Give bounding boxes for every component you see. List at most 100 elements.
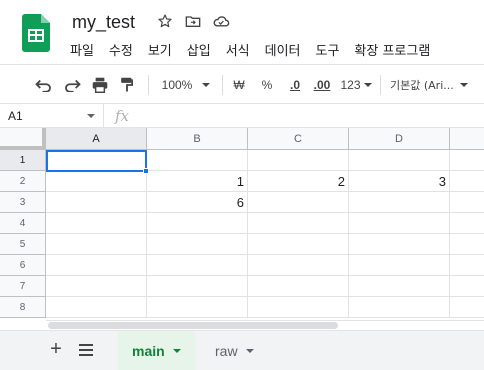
cell-b5[interactable] <box>147 234 248 255</box>
move-to-folder-icon[interactable] <box>184 12 202 30</box>
print-icon[interactable] <box>90 74 110 96</box>
sheet-tab-raw[interactable]: raw <box>201 331 268 370</box>
cell-a2[interactable] <box>46 171 147 192</box>
column-header-a[interactable]: A <box>46 128 147 150</box>
cell-d6[interactable] <box>349 255 450 276</box>
add-sheet-button[interactable]: + <box>46 339 66 360</box>
name-box[interactable]: A1 <box>0 104 104 128</box>
cell-c8[interactable] <box>248 297 349 318</box>
paint-format-icon[interactable] <box>117 74 137 96</box>
sheet-tab-label: raw <box>215 343 238 359</box>
sheets-logo-icon[interactable] <box>22 14 50 52</box>
menu-tools[interactable]: 도구 <box>316 40 340 59</box>
spreadsheet-grid: A B C D 1 2 3 4 5 6 7 8 1236 <box>0 128 484 322</box>
cloud-status-icon[interactable] <box>212 12 230 30</box>
menu-format[interactable]: 서식 <box>226 40 250 59</box>
row-header-4[interactable]: 4 <box>0 213 46 234</box>
percent-format-button[interactable]: % <box>258 74 276 96</box>
all-sheets-menu-icon[interactable] <box>79 343 93 357</box>
increase-decimal-button[interactable]: .00 <box>311 74 333 96</box>
row-header-8[interactable]: 8 <box>0 297 46 318</box>
fill-handle[interactable] <box>143 168 149 174</box>
cell-a3[interactable] <box>46 192 147 213</box>
row-header-1[interactable]: 1 <box>0 150 46 171</box>
row-header-3[interactable]: 3 <box>0 192 46 213</box>
cell-c3[interactable] <box>248 192 349 213</box>
menu-data[interactable]: 데이터 <box>265 40 301 59</box>
cell-b7[interactable] <box>147 276 248 297</box>
toolbar: 100% ₩ % .0 .00 123 기본값 (Ari... <box>0 64 484 104</box>
cell-d1[interactable] <box>349 150 450 171</box>
cell-d3[interactable] <box>349 192 450 213</box>
chevron-down-icon <box>459 83 468 87</box>
undo-icon[interactable] <box>34 74 54 96</box>
cell-e3[interactable] <box>450 192 484 213</box>
font-family-select[interactable]: 기본값 (Ari... <box>390 74 482 96</box>
fx-icon: fx <box>115 107 130 125</box>
cell-a5[interactable] <box>46 234 147 255</box>
cell-e2[interactable] <box>450 171 484 192</box>
chevron-down-icon <box>202 83 211 87</box>
select-all-corner[interactable] <box>0 128 46 150</box>
menu-extensions[interactable]: 확장 프로그램 <box>354 40 430 59</box>
cell-b2[interactable]: 1 <box>147 171 248 192</box>
menu-file[interactable]: 파일 <box>70 40 94 59</box>
column-header-b[interactable]: B <box>147 128 248 150</box>
sheet-tab-label: main <box>132 343 165 359</box>
cell-selection <box>46 150 149 174</box>
chevron-down-icon <box>87 114 95 118</box>
decrease-decimal-button[interactable]: .0 <box>284 74 306 96</box>
cell-e5[interactable] <box>450 234 484 255</box>
cell-c6[interactable] <box>248 255 349 276</box>
app-header: my_test 파일 수정 보기 삽입 서식 데이터 도구 확장 프로그램 <box>0 0 484 64</box>
menu-edit[interactable]: 수정 <box>109 40 133 59</box>
cell-d7[interactable] <box>349 276 450 297</box>
currency-format-button[interactable]: ₩ <box>230 74 248 96</box>
cell-e4[interactable] <box>450 213 484 234</box>
cell-b1[interactable] <box>147 150 248 171</box>
cell-b8[interactable] <box>147 297 248 318</box>
column-header-c[interactable]: C <box>248 128 349 150</box>
cell-c1[interactable] <box>248 150 349 171</box>
column-header-e[interactable] <box>450 128 484 150</box>
cell-b6[interactable] <box>147 255 248 276</box>
number-format-select[interactable]: 123 <box>340 74 372 96</box>
number-format-label: 123 <box>340 78 361 92</box>
chevron-down-icon <box>363 83 372 87</box>
menu-view[interactable]: 보기 <box>148 40 172 59</box>
cell-c7[interactable] <box>248 276 349 297</box>
cell-a6[interactable] <box>46 255 147 276</box>
cell-c4[interactable] <box>248 213 349 234</box>
cell-d5[interactable] <box>349 234 450 255</box>
cell-b3[interactable]: 6 <box>147 192 248 213</box>
column-header-d[interactable]: D <box>349 128 450 150</box>
menu-insert[interactable]: 삽입 <box>187 40 211 59</box>
row-header-7[interactable]: 7 <box>0 276 46 297</box>
chevron-down-icon <box>172 349 181 353</box>
menu-bar: 파일 수정 보기 삽입 서식 데이터 도구 확장 프로그램 <box>70 40 430 59</box>
cell-a7[interactable] <box>46 276 147 297</box>
sheet-tab-main[interactable]: main <box>118 331 195 370</box>
document-title[interactable]: my_test <box>72 12 135 33</box>
zoom-select[interactable]: 100% <box>158 74 214 96</box>
cell-d4[interactable] <box>349 213 450 234</box>
horizontal-scroll-thumb[interactable] <box>48 322 338 329</box>
cell-reference: A1 <box>8 109 23 123</box>
cell-e1[interactable] <box>450 150 484 171</box>
cell-c5[interactable] <box>248 234 349 255</box>
cell-a4[interactable] <box>46 213 147 234</box>
cell-c2[interactable]: 2 <box>248 171 349 192</box>
star-icon[interactable] <box>156 12 174 30</box>
cell-e8[interactable] <box>450 297 484 318</box>
cell-d8[interactable] <box>349 297 450 318</box>
cell-a8[interactable] <box>46 297 147 318</box>
cell-d2[interactable]: 3 <box>349 171 450 192</box>
row-header-2[interactable]: 2 <box>0 171 46 192</box>
row-header-5[interactable]: 5 <box>0 234 46 255</box>
row-header-6[interactable]: 6 <box>0 255 46 276</box>
cell-e6[interactable] <box>450 255 484 276</box>
redo-icon[interactable] <box>62 74 82 96</box>
zoom-value: 100% <box>161 78 193 92</box>
cell-b4[interactable] <box>147 213 248 234</box>
cell-e7[interactable] <box>450 276 484 297</box>
